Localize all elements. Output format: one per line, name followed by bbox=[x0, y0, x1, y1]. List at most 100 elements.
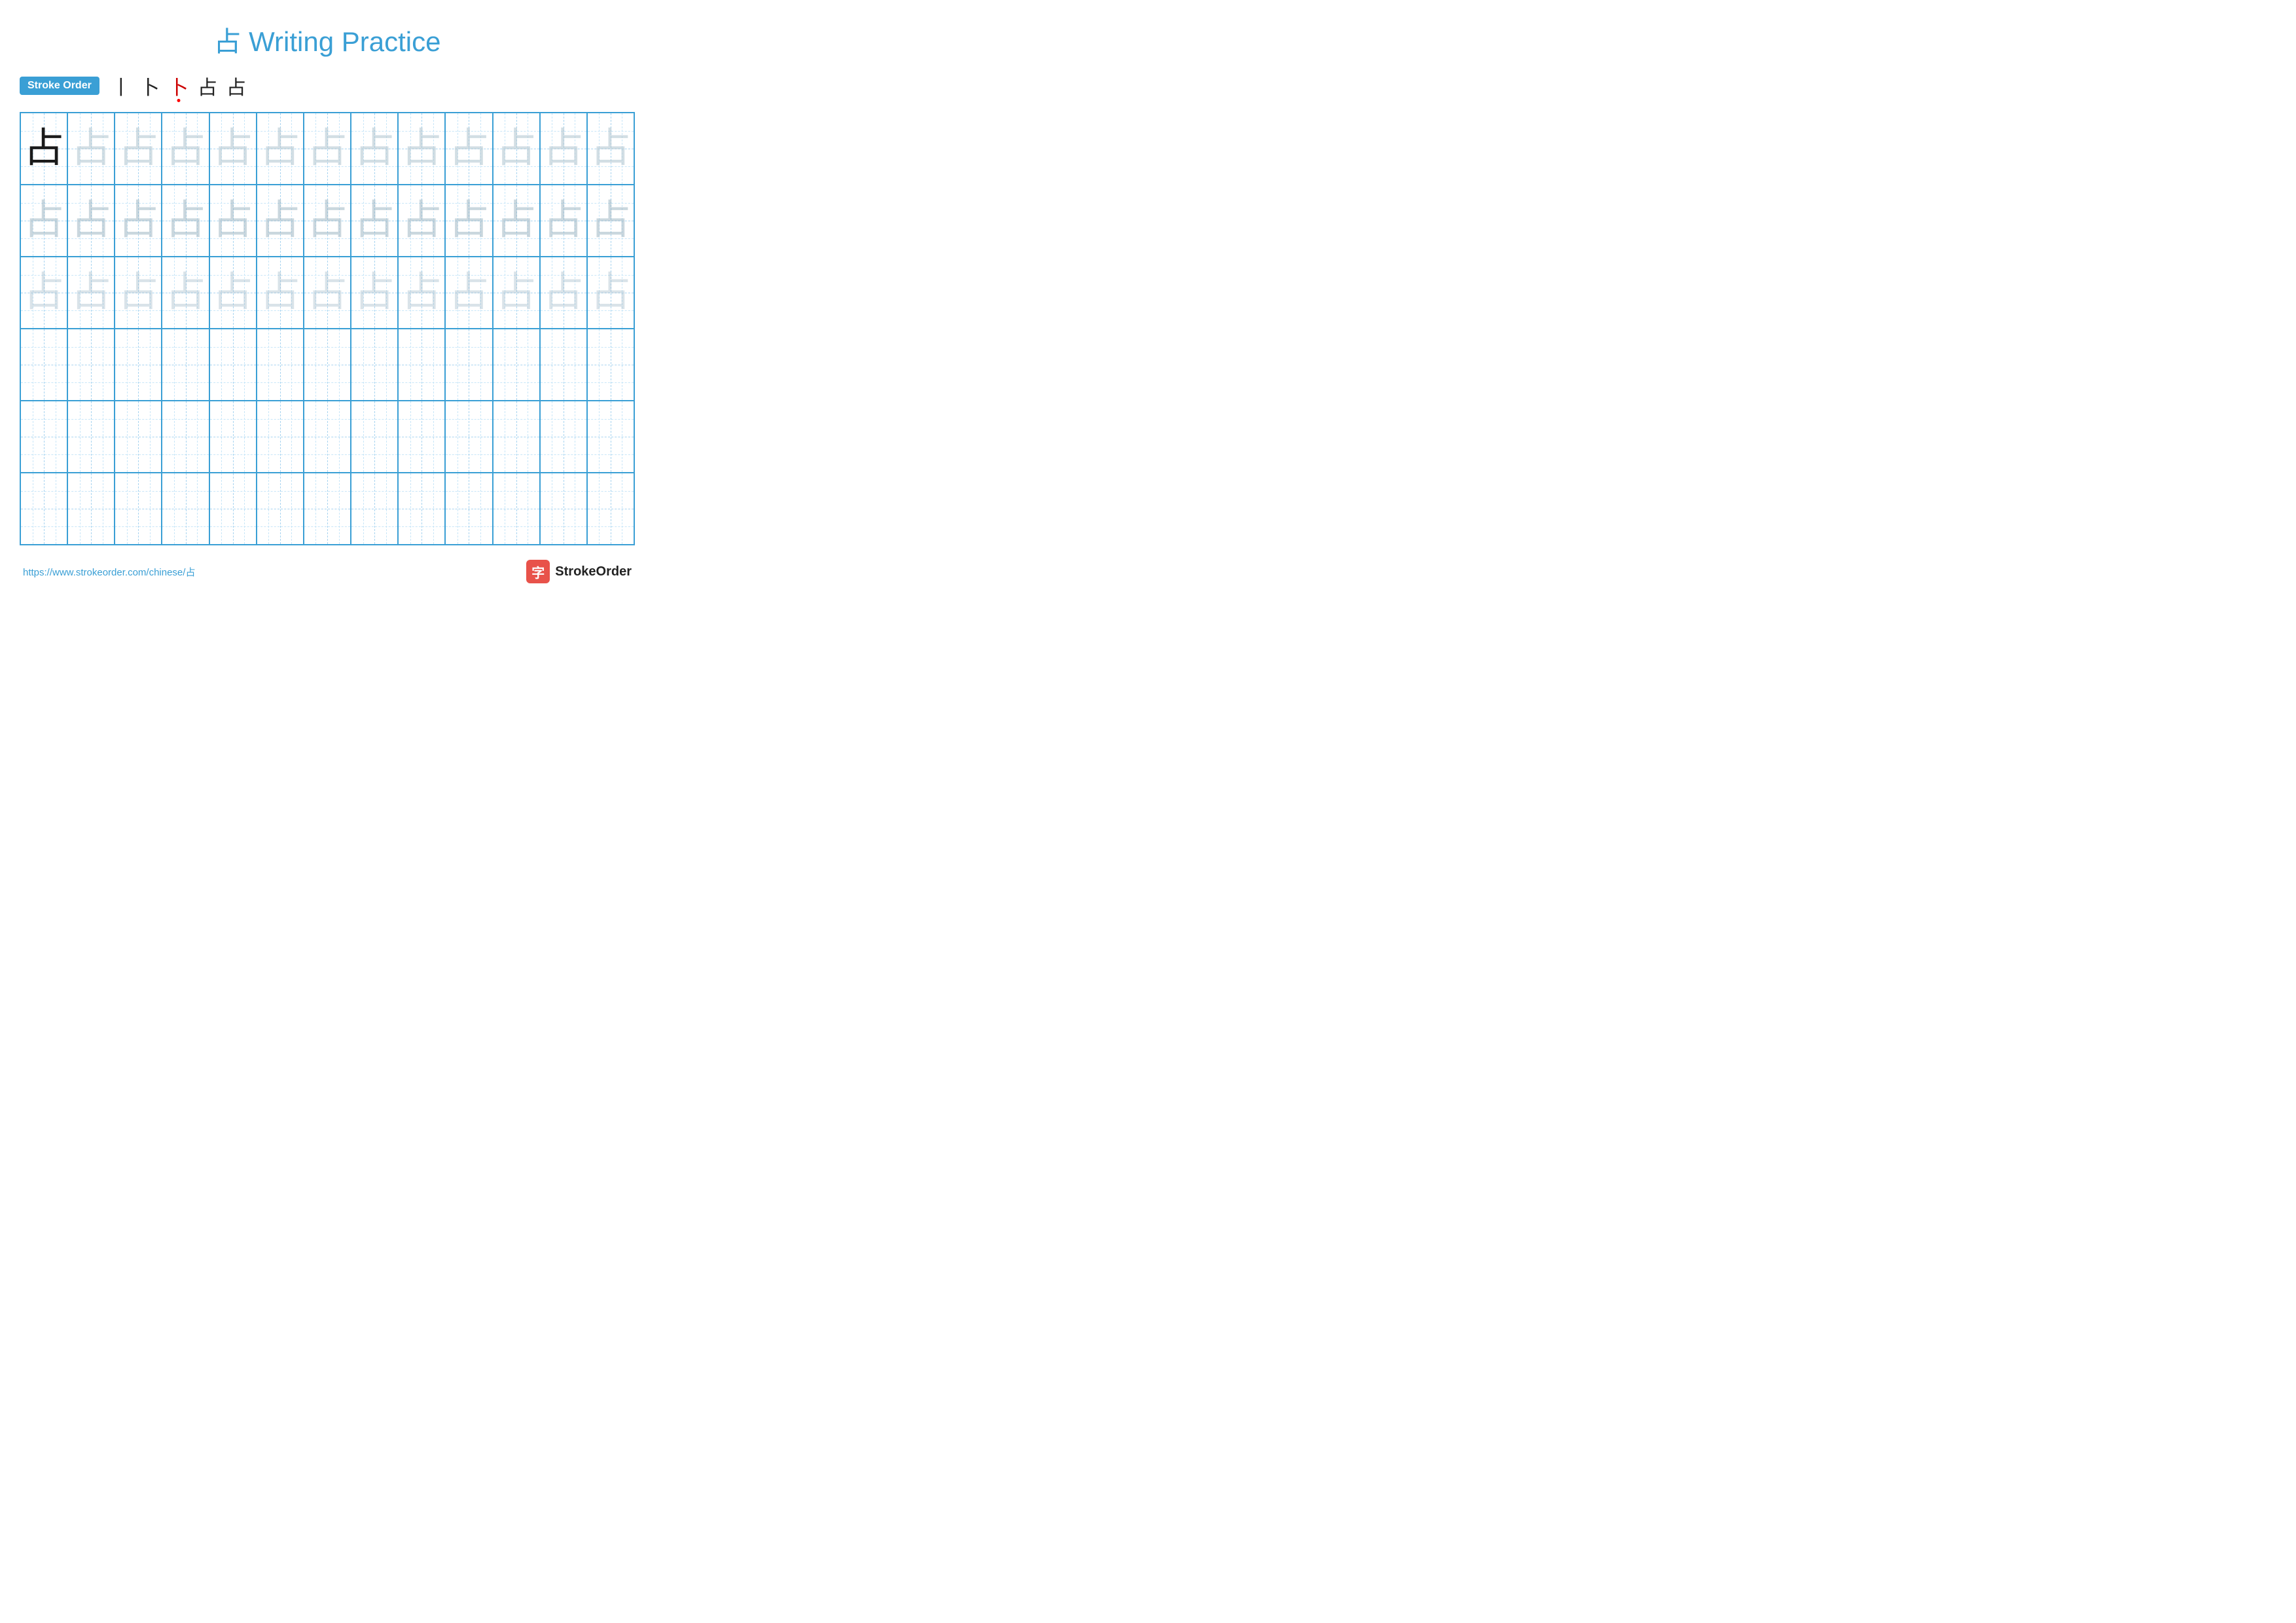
grid-cell[interactable] bbox=[587, 473, 634, 545]
stroke-4: 占 bbox=[198, 71, 217, 100]
grid-cell[interactable] bbox=[162, 401, 209, 473]
grid-cell[interactable] bbox=[493, 329, 540, 401]
stroke-1: 丨 bbox=[111, 71, 131, 100]
grid-cell[interactable]: 占 bbox=[67, 185, 115, 257]
grid-cell[interactable]: 占 bbox=[304, 185, 351, 257]
grid-cell[interactable]: 占 bbox=[540, 185, 587, 257]
practice-char: 占 bbox=[118, 128, 158, 169]
grid-cell[interactable] bbox=[540, 473, 587, 545]
brand-icon: 字 bbox=[526, 560, 550, 583]
stroke-3: 卜 bbox=[169, 71, 188, 100]
grid-cell[interactable]: 占 bbox=[209, 113, 257, 185]
grid-cell[interactable] bbox=[257, 329, 304, 401]
grid-cell[interactable] bbox=[162, 473, 209, 545]
grid-cell[interactable] bbox=[20, 473, 67, 545]
grid-cell[interactable] bbox=[257, 473, 304, 545]
grid-cell[interactable]: 占 bbox=[398, 113, 445, 185]
grid-cell[interactable] bbox=[115, 473, 162, 545]
footer-url[interactable]: https://www.strokeorder.com/chinese/占 bbox=[23, 565, 195, 579]
practice-grid: 占占占占占占占占占占占占占占占占占占占占占占占占占占占占占占占占占占占占占占占 bbox=[20, 112, 635, 545]
practice-char: 占 bbox=[118, 272, 158, 313]
practice-char: 占 bbox=[307, 200, 348, 241]
grid-cell[interactable] bbox=[351, 401, 398, 473]
grid-cell[interactable]: 占 bbox=[115, 113, 162, 185]
practice-char: 占 bbox=[448, 200, 489, 241]
grid-cell[interactable]: 占 bbox=[493, 257, 540, 329]
grid-cell[interactable] bbox=[20, 401, 67, 473]
grid-cell[interactable]: 占 bbox=[493, 113, 540, 185]
grid-cell[interactable]: 占 bbox=[587, 185, 634, 257]
grid-cell[interactable] bbox=[351, 329, 398, 401]
grid-cell[interactable]: 占 bbox=[115, 185, 162, 257]
grid-cell[interactable]: 占 bbox=[445, 185, 492, 257]
grid-cell[interactable]: 占 bbox=[67, 257, 115, 329]
grid-cell[interactable]: 占 bbox=[587, 257, 634, 329]
grid-cell[interactable]: 占 bbox=[20, 185, 67, 257]
grid-cell[interactable] bbox=[493, 473, 540, 545]
grid-cell[interactable]: 占 bbox=[257, 257, 304, 329]
grid-cell[interactable]: 占 bbox=[20, 257, 67, 329]
grid-cell[interactable] bbox=[67, 329, 115, 401]
grid-cell[interactable]: 占 bbox=[351, 113, 398, 185]
practice-char: 占 bbox=[590, 200, 631, 241]
grid-cell[interactable] bbox=[209, 473, 257, 545]
grid-cell[interactable]: 占 bbox=[257, 113, 304, 185]
grid-cell[interactable]: 占 bbox=[115, 257, 162, 329]
grid-cell[interactable]: 占 bbox=[445, 113, 492, 185]
grid-cell[interactable] bbox=[304, 329, 351, 401]
grid-cell[interactable] bbox=[351, 473, 398, 545]
grid-cell[interactable] bbox=[587, 401, 634, 473]
grid-cell[interactable] bbox=[209, 401, 257, 473]
stroke-5: 占 bbox=[226, 71, 246, 100]
grid-cell[interactable]: 占 bbox=[162, 113, 209, 185]
grid-cell[interactable] bbox=[445, 401, 492, 473]
grid-cell[interactable] bbox=[445, 329, 492, 401]
practice-char: 占 bbox=[354, 272, 395, 313]
grid-cell[interactable] bbox=[398, 329, 445, 401]
grid-cell[interactable]: 占 bbox=[209, 185, 257, 257]
grid-cell[interactable] bbox=[304, 473, 351, 545]
practice-char: 占 bbox=[213, 200, 253, 241]
grid-cell[interactable]: 占 bbox=[67, 113, 115, 185]
grid-cell[interactable] bbox=[540, 401, 587, 473]
grid-cell[interactable] bbox=[445, 473, 492, 545]
practice-char: 占 bbox=[260, 272, 300, 313]
brand-name: StrokeOrder bbox=[555, 564, 632, 579]
practice-char: 占 bbox=[166, 200, 206, 241]
grid-cell[interactable] bbox=[257, 401, 304, 473]
practice-char: 占 bbox=[260, 200, 300, 241]
grid-cell[interactable]: 占 bbox=[493, 185, 540, 257]
practice-char: 占 bbox=[590, 128, 631, 169]
grid-cell[interactable]: 占 bbox=[162, 257, 209, 329]
grid-cell[interactable] bbox=[20, 329, 67, 401]
grid-cell[interactable] bbox=[162, 329, 209, 401]
grid-cell[interactable]: 占 bbox=[20, 113, 67, 185]
grid-cell[interactable] bbox=[115, 401, 162, 473]
grid-cell[interactable]: 占 bbox=[304, 113, 351, 185]
grid-cell[interactable]: 占 bbox=[304, 257, 351, 329]
grid-cell[interactable] bbox=[209, 329, 257, 401]
grid-cell[interactable]: 占 bbox=[587, 113, 634, 185]
grid-cell[interactable]: 占 bbox=[540, 113, 587, 185]
grid-cell[interactable] bbox=[304, 401, 351, 473]
grid-cell[interactable]: 占 bbox=[398, 185, 445, 257]
stroke-order-row: Stroke Order 丨 卜 卜 占 占 bbox=[20, 71, 635, 100]
grid-cell[interactable] bbox=[540, 329, 587, 401]
grid-cell[interactable] bbox=[493, 401, 540, 473]
grid-cell[interactable] bbox=[587, 329, 634, 401]
grid-cell[interactable]: 占 bbox=[209, 257, 257, 329]
grid-cell[interactable] bbox=[115, 329, 162, 401]
grid-cell[interactable]: 占 bbox=[162, 185, 209, 257]
practice-char: 占 bbox=[448, 128, 489, 169]
grid-cell[interactable]: 占 bbox=[351, 185, 398, 257]
grid-cell[interactable]: 占 bbox=[445, 257, 492, 329]
grid-cell[interactable] bbox=[67, 473, 115, 545]
grid-cell[interactable]: 占 bbox=[398, 257, 445, 329]
grid-cell[interactable] bbox=[398, 473, 445, 545]
grid-cell[interactable] bbox=[398, 401, 445, 473]
grid-cell[interactable]: 占 bbox=[351, 257, 398, 329]
practice-char: 占 bbox=[24, 200, 64, 241]
grid-cell[interactable]: 占 bbox=[540, 257, 587, 329]
grid-cell[interactable] bbox=[67, 401, 115, 473]
grid-cell[interactable]: 占 bbox=[257, 185, 304, 257]
